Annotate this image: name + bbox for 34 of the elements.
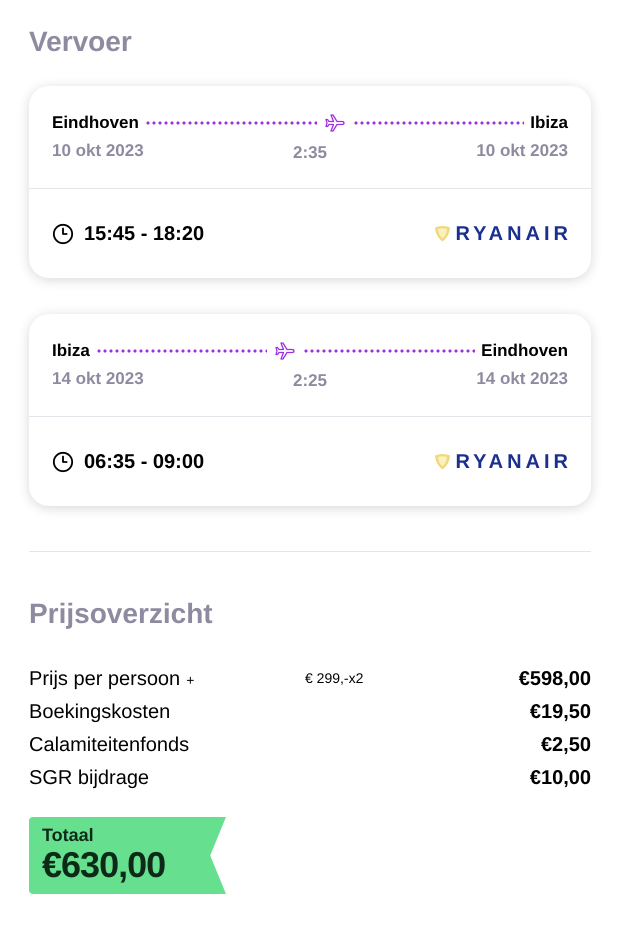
clock-icon [52, 450, 74, 472]
arrival-date: 14 okt 2023 [476, 368, 568, 390]
section-heading: Vervoer [29, 25, 132, 59]
section-heading: Prijsoverzicht [29, 597, 213, 631]
price-label: SGR bijdrage [29, 766, 150, 790]
flight-duration: 2:35 [292, 142, 328, 164]
price-note: € 299,-x2 [305, 670, 364, 686]
price-amount: €598,00 [518, 666, 591, 692]
origin-city: Ibiza [52, 340, 90, 362]
flight-times: 15:45 - 18:20 [84, 222, 204, 246]
price-label: Boekingskosten [29, 700, 170, 724]
price-label: Calamiteitenfonds [29, 732, 190, 758]
arrival-date: 10 okt 2023 [476, 140, 568, 162]
destination-city: Eindhoven [481, 340, 568, 362]
total-label: Totaal [42, 825, 94, 845]
departure-date: 10 okt 2023 [52, 140, 144, 162]
airplane-icon [275, 342, 296, 360]
price-amount: €19,50 [530, 700, 591, 724]
price-amount: €2,50 [540, 732, 591, 758]
plus-sign: + [186, 670, 194, 688]
airline-logo-text: RYANAIR [455, 450, 572, 474]
departure-date: 14 okt 2023 [52, 368, 144, 390]
flight-duration: 2:25 [292, 370, 328, 392]
total-amount: €630,00 [42, 845, 166, 885]
destination-city: Ibiza [530, 112, 568, 134]
airline-logo-text: RYANAIR [455, 222, 572, 246]
clock-icon [52, 222, 74, 244]
origin-city: Eindhoven [52, 112, 139, 134]
shield-icon [434, 225, 452, 242]
flight-times: 06:35 - 09:00 [84, 450, 204, 474]
shield-icon [434, 453, 452, 470]
airplane-icon [324, 114, 345, 132]
price-label: Prijs per persoon [29, 666, 180, 692]
price-amount: €10,00 [530, 766, 591, 790]
